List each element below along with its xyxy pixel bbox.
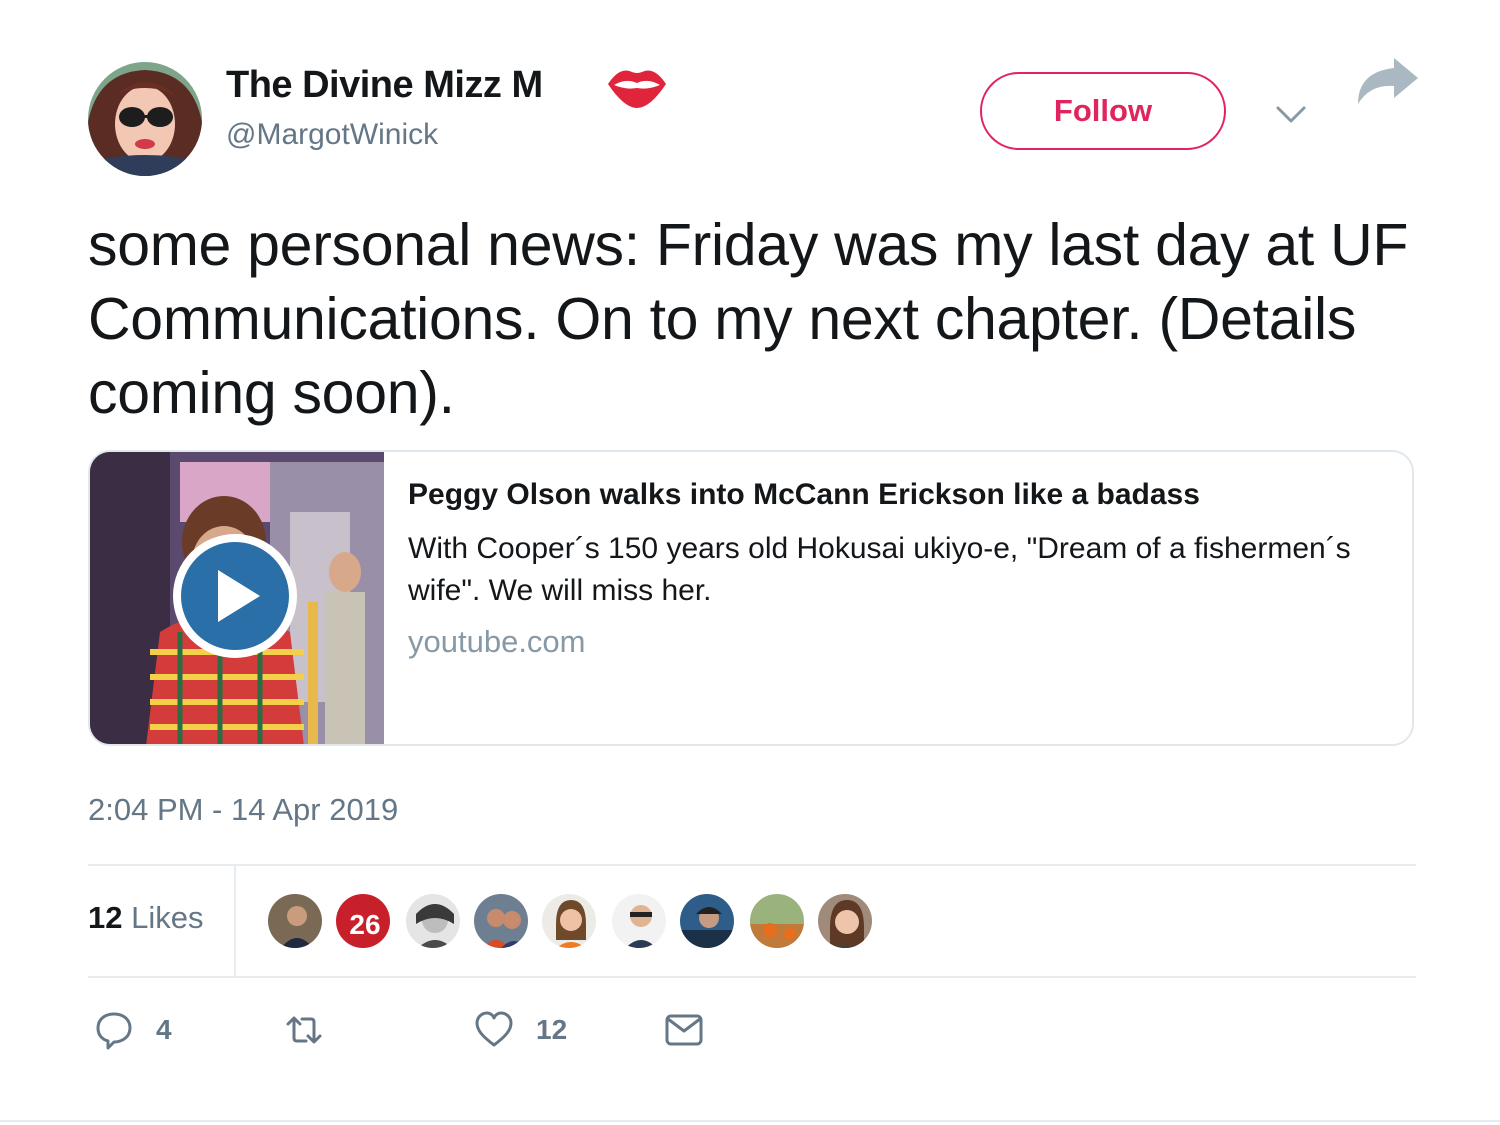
lips-icon [606, 64, 668, 110]
likes-label: Likes [122, 900, 204, 935]
divider [88, 976, 1416, 978]
bottom-border [0, 1120, 1500, 1122]
liker-avatar[interactable] [610, 892, 668, 950]
liker-badge: 26 [349, 909, 380, 940]
divider [88, 864, 1416, 866]
liker-avatar[interactable] [678, 892, 736, 950]
heart-icon [475, 1011, 513, 1047]
follow-button[interactable]: Follow [980, 72, 1226, 150]
likes-summary[interactable]: 12 Likes [88, 900, 203, 936]
share-icon[interactable] [1352, 56, 1420, 108]
retweet-icon [286, 1016, 322, 1044]
reply-button[interactable]: 4 [94, 1010, 172, 1050]
tweet-timestamp[interactable]: 2:04 PM - 14 Apr 2019 [88, 792, 398, 828]
liker-avatar[interactable]: 26 [334, 892, 392, 950]
card-description: With Cooper´s 150 years old Hokusai ukiy… [408, 532, 1351, 607]
liker-avatar[interactable] [540, 892, 598, 950]
card-domain: youtube.com [408, 624, 586, 659]
liker-avatar[interactable] [472, 892, 530, 950]
avatar[interactable] [88, 62, 202, 176]
card-title[interactable]: Peggy Olson walks into McCann Erickson l… [408, 478, 1200, 512]
like-button[interactable]: 12 [474, 1010, 567, 1050]
liker-avatar[interactable] [404, 892, 462, 950]
like-count: 12 [536, 1014, 568, 1045]
likes-count: 12 [88, 900, 123, 935]
user-handle[interactable]: @MargotWinick [226, 118, 438, 152]
direct-message-button[interactable] [664, 1010, 704, 1050]
reply-count: 4 [156, 1014, 172, 1045]
divider [234, 866, 236, 978]
liker-avatar[interactable] [748, 892, 806, 950]
liker-avatar[interactable] [816, 892, 874, 950]
video-thumbnail[interactable] [90, 452, 384, 744]
retweet-button[interactable] [284, 1010, 346, 1050]
chevron-down-icon[interactable] [1274, 100, 1308, 130]
liker-avatar[interactable] [266, 892, 324, 950]
tweet-text: some personal news: Friday was my last d… [88, 212, 1409, 426]
mail-icon [665, 1014, 703, 1046]
reply-icon [96, 1012, 132, 1050]
display-name[interactable]: The Divine Mizz M [226, 64, 543, 107]
